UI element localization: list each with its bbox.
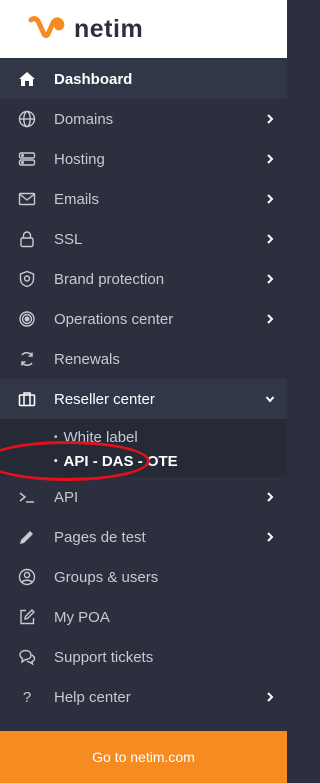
bullet-icon: • <box>54 455 58 467</box>
chevron-right-icon <box>267 532 274 542</box>
chevron-right-icon <box>267 154 274 164</box>
sidebar-item-dashboard[interactable]: Dashboard <box>0 59 287 99</box>
netim-logo-icon <box>28 16 65 38</box>
envelope-icon <box>17 189 37 209</box>
chat-icon <box>17 647 37 667</box>
chevron-right-icon <box>267 234 274 244</box>
chevron-right-icon <box>267 692 274 702</box>
sidebar-item-label: Pages de test <box>54 528 146 546</box>
go-to-netim-button[interactable]: Go to netim.com <box>0 731 287 783</box>
sidebar-item-help-center[interactable]: ? Help center <box>0 677 287 717</box>
user-circle-icon <box>17 567 37 587</box>
submenu-item-api-das-ote[interactable]: • API - DAS - OTE <box>0 441 287 481</box>
edit-document-icon <box>17 607 37 627</box>
question-icon: ? <box>17 687 37 707</box>
chevron-down-icon <box>265 396 275 403</box>
chevron-right-icon <box>267 274 274 284</box>
sidebar-menu: Dashboard Domains Hosting Emails SSL Bra <box>0 59 287 717</box>
chevron-right-icon <box>267 114 274 124</box>
pencil-icon <box>17 527 37 547</box>
sidebar-item-label: SSL <box>54 230 83 248</box>
logo-bar: netim <box>0 0 287 58</box>
sidebar-item-label: Hosting <box>54 150 105 168</box>
sidebar-item-label: Support tickets <box>54 648 154 666</box>
brand-name: netim <box>74 14 144 43</box>
sidebar-item-label: Emails <box>54 190 100 208</box>
sidebar-item-label: My POA <box>54 608 110 626</box>
svg-text:?: ? <box>23 689 31 706</box>
sidebar-item-pages-de-test[interactable]: Pages de test <box>0 517 287 557</box>
sidebar-item-ssl[interactable]: SSL <box>0 219 287 259</box>
sidebar-item-operations-center[interactable]: Operations center <box>0 299 287 339</box>
sidebar-item-my-poa[interactable]: My POA <box>0 597 287 637</box>
sidebar-item-label: Dashboard <box>54 70 133 88</box>
sidebar-item-support-tickets[interactable]: Support tickets <box>0 637 287 677</box>
submenu-item-label: White label <box>63 428 138 446</box>
target-icon <box>17 309 37 329</box>
globe-icon <box>17 109 37 129</box>
sidebar-item-label: Groups & users <box>54 568 159 586</box>
briefcase-icon <box>17 389 37 409</box>
sidebar-item-emails[interactable]: Emails <box>0 179 287 219</box>
sidebar-item-renewals[interactable]: Renewals <box>0 339 287 379</box>
home-icon <box>17 69 37 89</box>
sidebar-item-api[interactable]: API <box>0 477 287 517</box>
sidebar-item-groups-users[interactable]: Groups & users <box>0 557 287 597</box>
sidebar-item-hosting[interactable]: Hosting <box>0 139 287 179</box>
sidebar-item-label: Help center <box>54 688 131 706</box>
bullet-icon: • <box>54 431 58 443</box>
sidebar-item-label: Brand protection <box>54 270 165 288</box>
server-icon <box>17 149 37 169</box>
refresh-icon <box>17 349 37 369</box>
sidebar-item-reseller-center[interactable]: Reseller center <box>0 379 287 419</box>
terminal-icon <box>17 487 37 507</box>
sidebar-item-brand-protection[interactable]: Brand protection <box>0 259 287 299</box>
sidebar-item-label: Operations center <box>54 310 174 328</box>
lock-icon <box>17 229 37 249</box>
sidebar-item-label: Renewals <box>54 350 120 368</box>
chevron-right-icon <box>267 492 274 502</box>
sidebar-item-domains[interactable]: Domains <box>0 99 287 139</box>
submenu-item-label: API - DAS - OTE <box>63 452 178 470</box>
submenu-item-white-label[interactable]: • White label <box>0 425 287 449</box>
chevron-right-icon <box>267 314 274 324</box>
shield-icon <box>17 269 37 289</box>
go-to-netim-label: Go to netim.com <box>92 749 195 765</box>
sidebar-item-label: API <box>54 488 79 506</box>
reseller-submenu: • White label • API - DAS - OTE <box>0 419 287 481</box>
chevron-right-icon <box>267 194 274 204</box>
sidebar-item-label: Reseller center <box>54 390 155 408</box>
sidebar-item-label: Domains <box>54 110 114 128</box>
